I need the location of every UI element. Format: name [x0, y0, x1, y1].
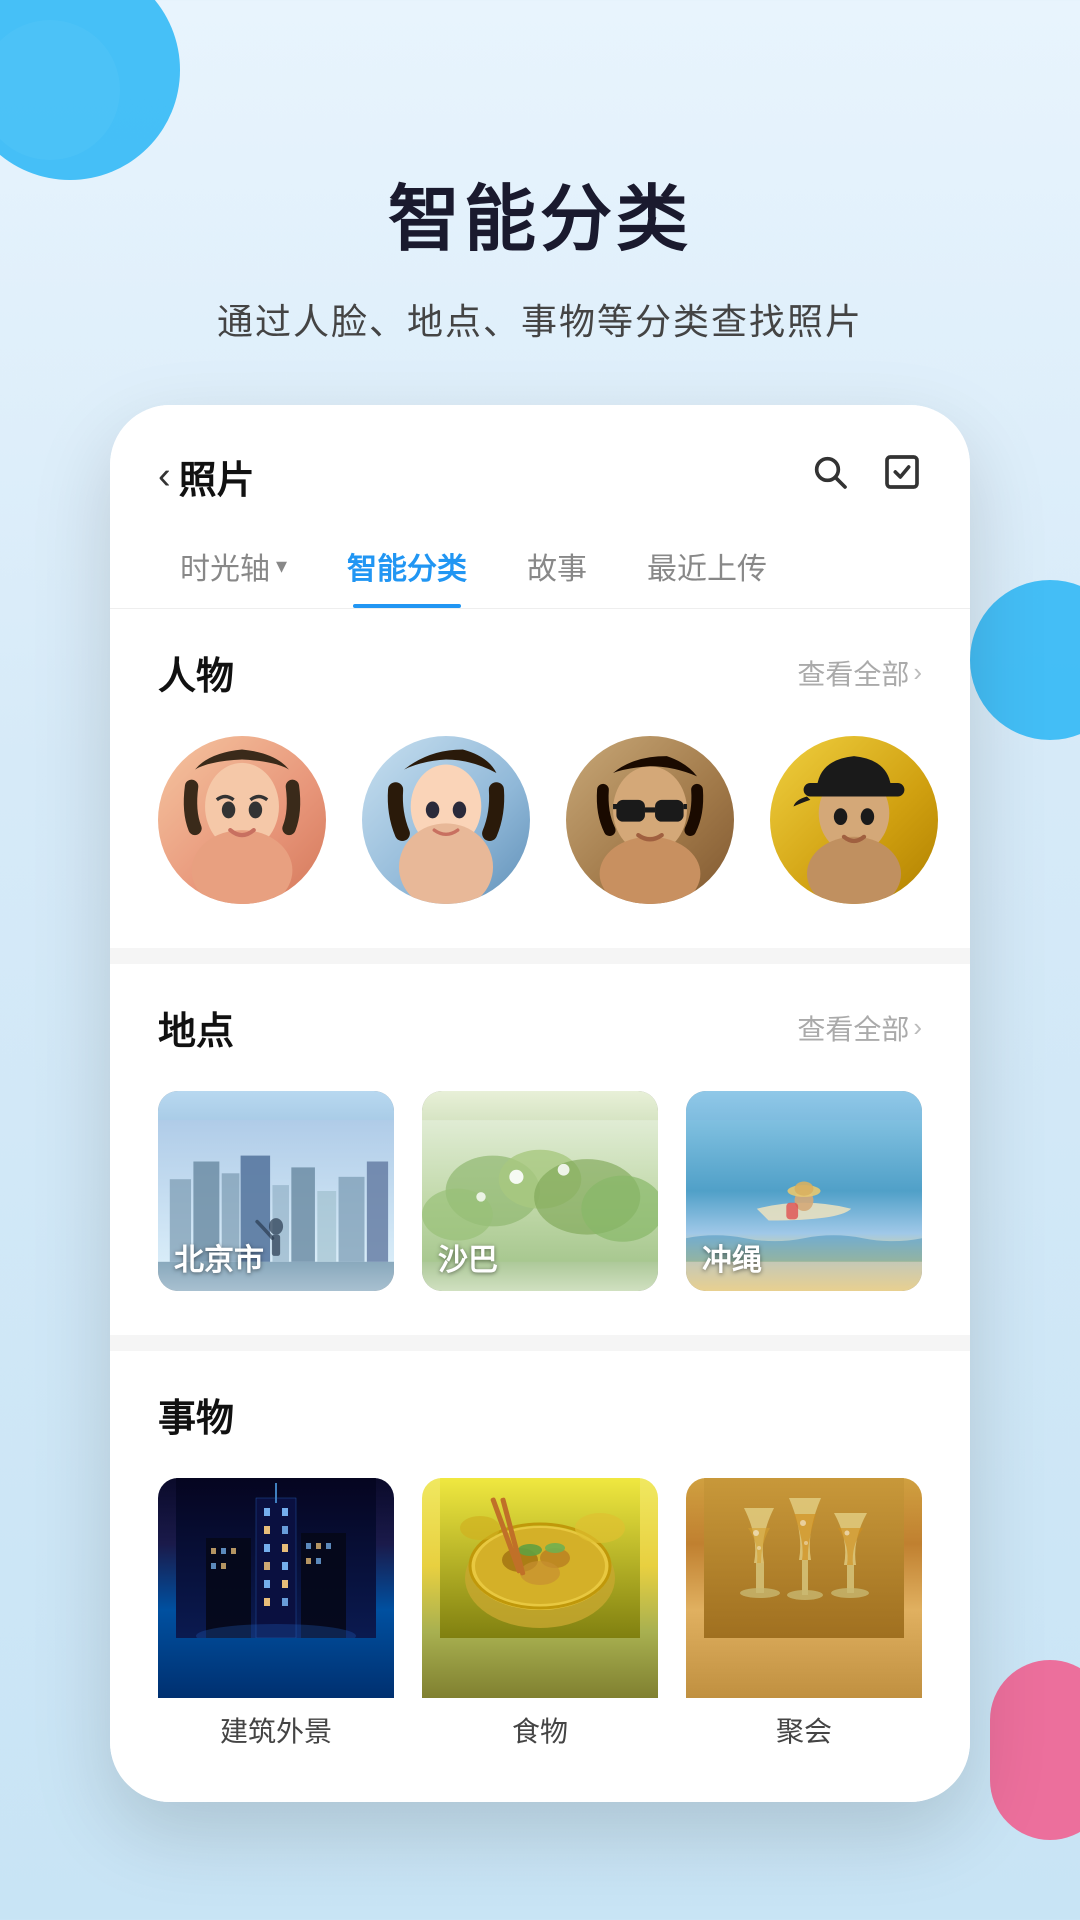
food-img: [422, 1478, 658, 1698]
location-card-beijing[interactable]: 北京市: [158, 1091, 394, 1291]
people-section-title: 人物: [158, 645, 234, 700]
tab-recent-label: 最近上传: [647, 553, 767, 586]
tab-timeline[interactable]: 时光轴 ▾: [150, 524, 317, 608]
person-avatar-2[interactable]: [362, 736, 530, 904]
select-icon[interactable]: [882, 452, 922, 502]
nav-back-button[interactable]: ‹ 照片: [158, 449, 255, 504]
location-see-all-button[interactable]: 查看全部 ›: [797, 1008, 922, 1048]
nav-bar: ‹ 照片: [110, 405, 970, 524]
person-avatar-1[interactable]: [158, 736, 326, 904]
tab-timeline-arrow: ▾: [276, 553, 287, 579]
okinawa-label: 冲绳: [686, 1223, 922, 1291]
people-section: 人物 查看全部 ›: [110, 609, 970, 948]
tabs-bar: 时光轴 ▾ 智能分类 故事 最近上传: [110, 524, 970, 609]
blob-decoration-right-mid: [970, 580, 1080, 740]
page-title: 智能分类: [0, 160, 1080, 265]
location-card-saba[interactable]: 沙巴: [422, 1091, 658, 1291]
thing-card-building[interactable]: 建筑外景: [158, 1478, 394, 1758]
building-visual: [158, 1478, 394, 1638]
phone-mockup: ‹ 照片 时光轴: [110, 405, 970, 1802]
people-see-all-label: 查看全部: [797, 653, 909, 693]
people-see-all-button[interactable]: 查看全部 ›: [797, 653, 922, 693]
party-img: [686, 1478, 922, 1698]
party-label: 聚会: [686, 1698, 922, 1758]
party-visual: [686, 1478, 922, 1638]
divider-1: [110, 948, 970, 964]
people-section-header: 人物 查看全部 ›: [158, 645, 922, 700]
location-section-title: 地点: [158, 1000, 234, 1055]
location-see-all-label: 查看全部: [797, 1008, 909, 1048]
tab-story-label: 故事: [527, 553, 587, 586]
thing-card-food[interactable]: 食物: [422, 1478, 658, 1758]
location-see-all-arrow-icon: ›: [913, 1012, 922, 1043]
things-section: 事物: [110, 1351, 970, 1802]
nav-icons: [810, 452, 922, 502]
tab-smart-label: 智能分类: [347, 553, 467, 586]
thing-card-party[interactable]: 聚会: [686, 1478, 922, 1758]
tab-story[interactable]: 故事: [497, 524, 617, 608]
person-avatar-4[interactable]: [770, 736, 938, 904]
people-see-all-arrow-icon: ›: [913, 657, 922, 688]
food-visual: [422, 1478, 658, 1638]
location-section-header: 地点 查看全部 ›: [158, 1000, 922, 1055]
tab-recent[interactable]: 最近上传: [617, 524, 797, 608]
location-card-okinawa[interactable]: 冲绳: [686, 1091, 922, 1291]
beijing-label: 北京市: [158, 1223, 394, 1291]
blob-decoration-bottom-right: [990, 1660, 1080, 1840]
nav-title: 照片: [179, 449, 255, 504]
location-row: 北京市: [158, 1083, 922, 1315]
person-face-3: [566, 736, 734, 904]
divider-2: [110, 1335, 970, 1351]
building-img: [158, 1478, 394, 1698]
things-section-header: 事物: [158, 1387, 922, 1442]
page-subtitle: 通过人脸、地点、事物等分类查找照片: [0, 293, 1080, 345]
person-avatar-3[interactable]: [566, 736, 734, 904]
person-face-2: [362, 736, 530, 904]
back-arrow-icon: ‹: [158, 455, 171, 498]
search-icon[interactable]: [810, 452, 850, 502]
app-content: ‹ 照片 时光轴: [110, 405, 970, 1802]
saba-label: 沙巴: [422, 1223, 658, 1291]
person-face-4: [770, 736, 938, 904]
tab-timeline-label: 时光轴: [180, 544, 270, 588]
person-face-1: [158, 736, 326, 904]
building-label: 建筑外景: [158, 1698, 394, 1758]
people-row: [158, 728, 922, 928]
food-label: 食物: [422, 1698, 658, 1758]
location-section: 地点 查看全部 ›: [110, 964, 970, 1335]
things-section-title: 事物: [158, 1387, 234, 1442]
things-row: 建筑外景: [158, 1470, 922, 1782]
tab-smart[interactable]: 智能分类: [317, 524, 497, 608]
